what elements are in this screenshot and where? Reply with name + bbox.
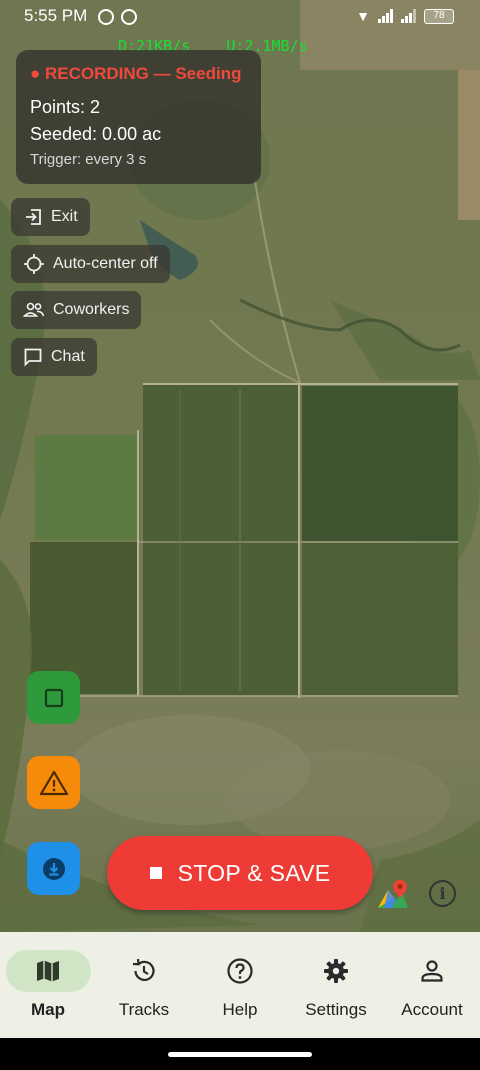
status-bar: 5:55 PM ▼ 78 (0, 0, 480, 34)
stop-icon (149, 867, 162, 879)
points-count: Points: 2 (30, 97, 101, 117)
app-icon (121, 9, 137, 25)
stop-save-label: STOP & SAVE (177, 859, 331, 886)
nav-account[interactable]: Account (384, 932, 480, 1038)
nav-map-label: Map (31, 1000, 65, 1019)
exit-label: Exit (51, 208, 78, 225)
signal-icon-1 (378, 9, 393, 23)
google-maps-logo (378, 880, 408, 908)
warning-icon (39, 770, 68, 795)
nav-settings-indicator (294, 950, 379, 992)
chat-icon (24, 348, 42, 367)
notification-icons (98, 9, 137, 25)
status-time: 5:55 PM (24, 6, 88, 25)
signal-icon-2 (401, 9, 416, 23)
stop-save-button[interactable]: STOP & SAVE (107, 836, 373, 910)
nav-tracks[interactable]: Tracks (96, 932, 192, 1038)
boundary-button[interactable] (27, 671, 80, 724)
exit-button[interactable]: Exit (11, 198, 90, 236)
wifi-icon: ▼ (356, 8, 370, 24)
nav-settings-label: Settings (305, 1000, 367, 1019)
nav-tracks-indicator (102, 950, 187, 992)
hazard-button[interactable] (27, 756, 80, 809)
coworkers-label: Coworkers (53, 301, 130, 318)
gear-icon (324, 959, 348, 983)
chat-label: Chat (51, 348, 85, 365)
history-icon (132, 958, 155, 981)
home-gesture-bar[interactable] (168, 1052, 312, 1057)
square-outline-icon (44, 688, 63, 707)
download-icon (42, 857, 65, 880)
seeded-area: Seeded: 0.00 ac (30, 124, 162, 144)
nav-help[interactable]: Help (192, 932, 288, 1038)
whatsapp-icon (98, 9, 114, 25)
recording-panel: ● RECORDING — Seeding Points: 2 Seeded: … (16, 50, 261, 184)
nav-help-label: Help (222, 1000, 258, 1019)
person-icon (421, 960, 443, 982)
chat-button[interactable]: Chat (11, 338, 97, 376)
nav-account-indicator (390, 950, 475, 992)
app-screen: 5:55 PM ▼ 78 D:21KB/s U:2.1MB/s ● RECORD… (0, 0, 480, 1070)
battery-icon: 78 (424, 8, 454, 24)
help-icon (227, 958, 253, 984)
coworkers-button[interactable]: Coworkers (11, 291, 142, 329)
nav-account-label: Account (401, 1000, 463, 1019)
bottom-navigation: Map Tracks Help Settings Account (0, 932, 480, 1038)
auto-center-label: Auto-center off (53, 255, 158, 272)
nav-tracks-label: Tracks (118, 1000, 170, 1019)
download-button[interactable] (27, 842, 80, 895)
system-icons: ▼ 78 (356, 8, 454, 24)
crosshair-icon (24, 254, 44, 274)
nav-map[interactable]: Map (0, 932, 96, 1038)
nav-map-indicator (5, 950, 91, 992)
trigger-interval: Trigger: every 3 s (30, 151, 147, 168)
recording-title: ● RECORDING — Seeding (30, 64, 242, 83)
exit-icon (26, 209, 41, 225)
people-icon (23, 302, 45, 317)
info-icon[interactable]: i (429, 880, 456, 907)
map-icon (37, 960, 59, 982)
nav-settings[interactable]: Settings (288, 932, 384, 1038)
auto-center-button[interactable]: Auto-center off (11, 245, 170, 283)
nav-help-indicator (198, 950, 283, 992)
